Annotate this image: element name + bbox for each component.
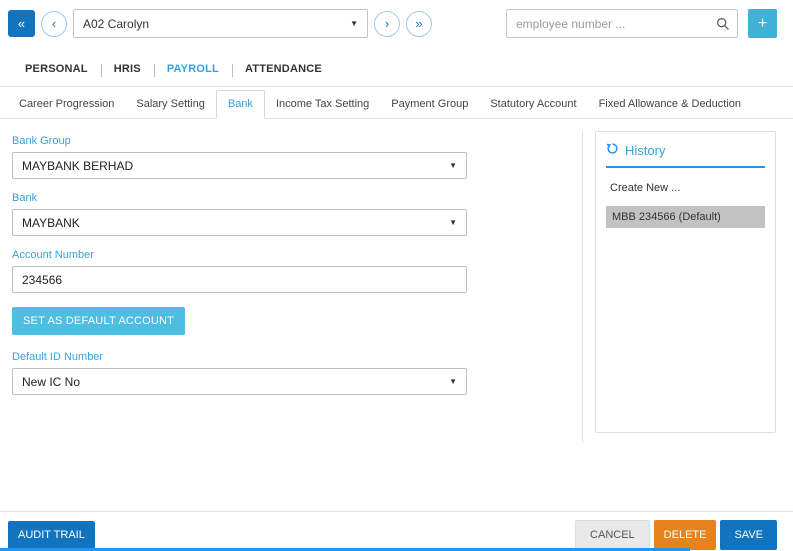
caret-down-icon: ▼	[350, 19, 358, 28]
subtab-career-progression[interactable]: Career Progression	[8, 91, 125, 118]
bank-field: Bank MAYBANK ▼	[12, 192, 578, 236]
account-number-field: Account Number	[12, 249, 578, 293]
next-employee-button[interactable]: ›	[374, 10, 400, 37]
bank-select-value: MAYBANK	[22, 215, 80, 230]
employee-search-input[interactable]	[516, 16, 716, 31]
employee-payroll-bank-page: « ‹ A02 Carolyn ▼ › » + PERSONA	[0, 0, 793, 551]
history-header: History	[606, 142, 765, 168]
caret-down-icon: ▼	[449, 377, 457, 386]
history-panel: History Create New ... MBB 234566 (Defau…	[595, 131, 776, 433]
audit-trail-button[interactable]: AUDIT TRAIL	[8, 521, 95, 549]
double-chevron-left-icon: «	[17, 16, 26, 31]
bank-label: Bank	[12, 192, 38, 204]
bank-group-label: Bank Group	[12, 135, 71, 147]
employee-select-value: A02 Carolyn	[83, 16, 150, 31]
subtab-income-tax-setting[interactable]: Income Tax Setting	[265, 91, 380, 118]
footer-bar: AUDIT TRAIL CANCEL DELETE SAVE	[0, 511, 793, 550]
bank-group-select-value: MAYBANK BERHAD	[22, 158, 134, 173]
account-number-label: Account Number	[12, 249, 94, 261]
account-number-input[interactable]	[22, 272, 457, 287]
search-icon[interactable]	[716, 17, 730, 31]
tab-attendance[interactable]: ATTENDANCE	[231, 58, 335, 86]
set-default-account-button[interactable]: SET AS DEFAULT ACCOUNT	[12, 307, 186, 335]
first-employee-button[interactable]: «	[8, 10, 35, 37]
payroll-sub-tab-bar: Career Progression Salary Setting Bank I…	[0, 87, 793, 119]
tab-personal[interactable]: PERSONAL	[12, 58, 101, 86]
default-id-field: Default ID Number New IC No ▼	[12, 351, 578, 395]
chevron-left-icon: ‹	[51, 16, 57, 31]
subtab-fixed-allowance-deduction[interactable]: Fixed Allowance & Deduction	[588, 91, 752, 118]
default-id-select[interactable]: New IC No ▼	[12, 368, 467, 395]
main-tab-bar: PERSONAL HRIS PAYROLL ATTENDANCE	[0, 46, 793, 87]
bank-group-field: Bank Group MAYBANK BERHAD ▼	[12, 135, 578, 179]
tab-hris[interactable]: HRIS	[100, 58, 154, 86]
subtab-salary-setting[interactable]: Salary Setting	[125, 91, 215, 118]
default-id-select-value: New IC No	[22, 374, 81, 389]
subtab-payment-group[interactable]: Payment Group	[380, 91, 479, 118]
top-toolbar: « ‹ A02 Carolyn ▼ › » +	[0, 0, 793, 46]
content-area: Bank Group MAYBANK BERHAD ▼ Bank MAYBANK…	[0, 119, 793, 503]
employee-search	[506, 9, 738, 38]
prev-employee-button[interactable]: ‹	[41, 10, 67, 37]
save-button[interactable]: SAVE	[720, 520, 777, 550]
bank-form: Bank Group MAYBANK BERHAD ▼ Bank MAYBANK…	[8, 131, 583, 443]
cancel-button[interactable]: CANCEL	[575, 520, 650, 550]
subtab-bank[interactable]: Bank	[215, 90, 265, 119]
footer-actions: CANCEL DELETE SAVE	[575, 520, 777, 550]
history-title: History	[625, 142, 666, 158]
subtab-statutory-account[interactable]: Statutory Account	[479, 91, 587, 118]
tab-payroll[interactable]: PAYROLL	[153, 58, 232, 86]
double-chevron-right-icon: »	[415, 16, 423, 31]
account-number-input-wrap	[12, 266, 467, 293]
employee-select[interactable]: A02 Carolyn ▼	[73, 9, 368, 38]
bank-select[interactable]: MAYBANK ▼	[12, 209, 467, 236]
history-icon	[606, 142, 619, 158]
caret-down-icon: ▼	[449, 218, 457, 227]
caret-down-icon: ▼	[449, 161, 457, 170]
add-employee-button[interactable]: +	[748, 9, 777, 38]
last-employee-button[interactable]: »	[406, 10, 432, 37]
bank-group-select[interactable]: MAYBANK BERHAD ▼	[12, 152, 467, 179]
default-id-label: Default ID Number	[12, 351, 104, 363]
delete-button[interactable]: DELETE	[653, 520, 717, 550]
chevron-right-icon: ›	[384, 16, 390, 31]
history-item-create-new[interactable]: Create New ...	[606, 177, 765, 199]
history-item-selected[interactable]: MBB 234566 (Default)	[606, 206, 765, 228]
